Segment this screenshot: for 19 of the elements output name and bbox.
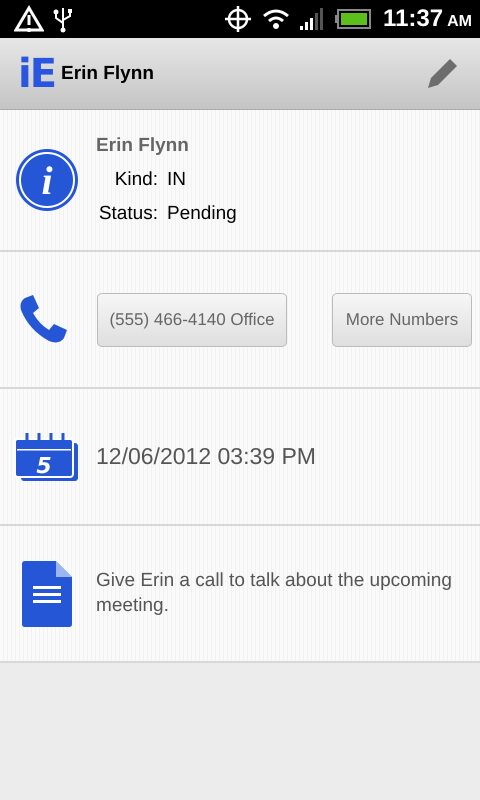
field-label: Status:	[98, 203, 158, 225]
app-logo: iE	[18, 50, 56, 96]
field-value: IN	[167, 169, 187, 191]
date-time: 12/06/2012 03:39 PM	[96, 443, 316, 470]
field-label: Kind:	[114, 169, 158, 191]
clock-time: 11:37	[383, 5, 444, 33]
contact-name: Erin Flynn	[96, 135, 190, 157]
more-numbers-button[interactable]: More Numbers	[332, 292, 472, 346]
document-icon	[22, 560, 72, 626]
warning-icon	[14, 5, 44, 33]
phone-number-button[interactable]: (555) 466-4140 Office	[97, 292, 287, 346]
screen-title: Erin Flynn	[61, 62, 154, 84]
battery-icon	[335, 9, 372, 29]
info-icon: i	[15, 148, 79, 212]
clock-meridiem: AM	[447, 13, 472, 31]
usb-icon	[52, 5, 74, 33]
gps-icon	[223, 4, 254, 34]
note-text: Give Erin a call to talk about the upcoming meeting.	[96, 568, 453, 618]
field-value: Pending	[167, 203, 237, 225]
